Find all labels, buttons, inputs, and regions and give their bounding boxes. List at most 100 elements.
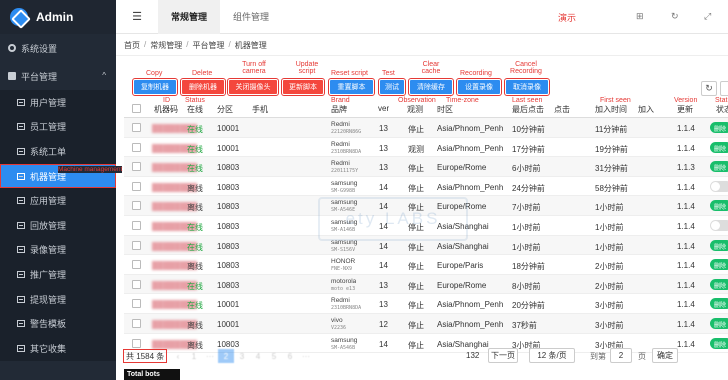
col-header-join[interactable]: 加入 bbox=[638, 104, 654, 115]
clear-cache-button[interactable]: 清除缓存 bbox=[408, 78, 454, 96]
tab-component-management[interactable]: 组件管理 bbox=[220, 0, 282, 34]
sidebar-item-users[interactable]: 用户管理 bbox=[0, 90, 116, 115]
status-toggle[interactable]: 删除 bbox=[710, 239, 728, 251]
breadcrumb-general[interactable]: 常规管理 bbox=[150, 40, 182, 51]
status-toggle[interactable]: 删除 bbox=[710, 259, 728, 271]
copy-machine-button[interactable]: 复制机器 bbox=[132, 78, 178, 96]
reset-script-button[interactable]: 重置脚本 bbox=[328, 78, 375, 96]
menu-toggle-icon[interactable]: ☰ bbox=[116, 0, 158, 34]
page-button[interactable]: 5 bbox=[266, 349, 282, 363]
sidebar-item-recordings[interactable]: 录像管理 bbox=[0, 238, 116, 263]
set-recording-button[interactable]: 设置录像 bbox=[456, 78, 502, 96]
col-header-clicks[interactable]: 点击 bbox=[554, 104, 570, 115]
sidebar-item-staff[interactable]: 员工管理 bbox=[0, 115, 116, 140]
sidebar-item-alert-templates[interactable]: 警告模板 bbox=[0, 311, 116, 336]
row-checkbox[interactable] bbox=[132, 338, 141, 348]
col-header-timezone[interactable]: 时区 bbox=[437, 104, 453, 115]
page-prev-button[interactable]: ‹ bbox=[170, 349, 186, 363]
col-header-last-click[interactable]: 最后点击 bbox=[512, 104, 544, 115]
expand-icon[interactable]: ⤢ bbox=[704, 11, 711, 22]
cancel-recording-button[interactable]: 取消录像 bbox=[504, 78, 550, 96]
table-row[interactable]: ████████ 在线 10803 Redmi 22011175Y 13 停止 Europe/… bbox=[124, 157, 728, 177]
table-row[interactable]: ████████ 在线 10803 samsung SM-A146B 14 停止 Asia/S… bbox=[124, 216, 728, 236]
status-toggle[interactable] bbox=[710, 180, 728, 192]
row-checkbox[interactable] bbox=[132, 318, 141, 328]
page-button[interactable]: ··· bbox=[298, 349, 314, 363]
status-toggle[interactable]: 删除 bbox=[710, 317, 728, 329]
page-button[interactable]: ··· bbox=[202, 349, 218, 363]
col-header-status[interactable]: 状态 bbox=[716, 104, 728, 115]
goto-confirm-button[interactable]: 确定 bbox=[652, 348, 678, 363]
col-header-update[interactable]: 更新 bbox=[677, 104, 693, 115]
row-checkbox[interactable] bbox=[132, 123, 141, 132]
status-toggle[interactable] bbox=[710, 219, 728, 231]
table-row[interactable]: ████████ 离线 10001 vivo V2236 12 停止 Asia/Phnom_P… bbox=[124, 313, 728, 334]
sidebar-group-platform[interactable]: 平台管理 ^ bbox=[0, 62, 116, 90]
test-button[interactable]: 测试 bbox=[378, 78, 406, 96]
table-row[interactable]: ████████ 在线 10001 Redmi 2310BRN8DA 13 观测 Asia/P… bbox=[124, 138, 728, 158]
status-toggle[interactable]: 删除 bbox=[710, 161, 728, 173]
update-script-button[interactable]: 更新脚本 bbox=[281, 78, 325, 96]
table-row[interactable]: ████████ 在线 10001 Redmi 22120RN86G 13 停止 Asia/P… bbox=[124, 118, 728, 138]
row-checkbox[interactable] bbox=[132, 181, 141, 191]
tab-general-management[interactable]: 常规管理 bbox=[158, 0, 221, 34]
delete-machine-button[interactable]: 删除机器 bbox=[180, 78, 226, 96]
sidebar-item-apps[interactable]: 应用管理 bbox=[0, 188, 116, 213]
join-time-cell: 3小时前 bbox=[595, 320, 624, 330]
page-button[interactable]: 3 bbox=[234, 349, 250, 363]
row-checkbox[interactable] bbox=[132, 142, 141, 152]
col-header-ver[interactable]: ver bbox=[378, 104, 389, 113]
row-checkbox[interactable] bbox=[132, 162, 141, 172]
page-button[interactable]: 1 bbox=[186, 349, 202, 363]
row-checkbox[interactable] bbox=[132, 220, 141, 230]
col-header-online[interactable]: 在线 bbox=[187, 104, 203, 115]
sidebar-item-playback[interactable]: 回放管理 bbox=[0, 213, 116, 238]
page-last-button[interactable]: 132 bbox=[466, 351, 479, 360]
col-header-zone[interactable]: 分区 bbox=[217, 104, 233, 115]
table-row[interactable]: ████████ 在线 10803 samsung SM-S156V 14 停止 Asia/S… bbox=[124, 235, 728, 256]
breadcrumb-platform[interactable]: 平台管理 bbox=[192, 40, 224, 51]
next-page-button[interactable]: 下一页 bbox=[488, 348, 518, 363]
page-button-current[interactable]: 2 bbox=[218, 349, 234, 363]
table-row[interactable]: ████████ 在线 10803 motorola moto e13 13 停止 Europ… bbox=[124, 274, 728, 295]
demo-label[interactable]: 演示 bbox=[558, 11, 576, 24]
breadcrumb-home[interactable]: 首页 bbox=[124, 40, 140, 51]
sidebar-item-system-settings[interactable]: 系统设置 bbox=[0, 34, 116, 62]
table-row[interactable]: ████████ 离线 10803 HONOR FNE-NX9 14 停止 Europe/Pa… bbox=[124, 255, 728, 275]
table-columns-button[interactable] bbox=[720, 81, 728, 96]
windows-icon[interactable]: ⊞ bbox=[636, 11, 644, 22]
col-header-brand[interactable]: 品牌 bbox=[331, 104, 347, 115]
turn-off-camera-button[interactable]: 关闭摄像头 bbox=[227, 78, 279, 96]
row-checkbox[interactable] bbox=[132, 240, 141, 250]
status-toggle[interactable]: 删除 bbox=[710, 141, 728, 153]
status-toggle[interactable]: 删除 bbox=[710, 298, 728, 310]
sidebar-item-promotion[interactable]: 推广管理 bbox=[0, 262, 116, 287]
status-toggle[interactable]: 删除 bbox=[710, 337, 728, 349]
page-button[interactable]: 4 bbox=[250, 349, 266, 363]
goto-page-input[interactable]: 2 bbox=[610, 348, 632, 363]
page-size-select[interactable]: 12 条/页 bbox=[529, 348, 575, 363]
col-header-join-time[interactable]: 加入时间 bbox=[595, 104, 627, 115]
app-brand[interactable]: Admin bbox=[0, 0, 116, 34]
col-header-machine-code[interactable]: 机器码 bbox=[154, 104, 178, 115]
status-toggle[interactable]: 删除 bbox=[710, 200, 728, 212]
col-header-phone[interactable]: 手机 bbox=[252, 104, 268, 115]
row-checkbox[interactable] bbox=[132, 201, 141, 211]
select-all-checkbox[interactable] bbox=[132, 104, 141, 113]
refresh-icon[interactable]: ↻ bbox=[671, 11, 679, 22]
row-checkbox[interactable] bbox=[132, 279, 141, 289]
divider bbox=[116, 55, 728, 56]
table-refresh-icon[interactable]: ↻ bbox=[701, 81, 717, 96]
sidebar-item-tickets[interactable]: 系统工单 bbox=[0, 139, 116, 164]
table-row[interactable]: ████████ 离线 10803 samsung SM-A546E 14 停止 Europe… bbox=[124, 196, 728, 216]
status-toggle[interactable]: 删除 bbox=[710, 122, 728, 133]
row-checkbox[interactable] bbox=[132, 260, 141, 270]
sidebar-item-other-collection[interactable]: 其它收集 bbox=[0, 336, 116, 361]
table-row[interactable]: ████████ 在线 10001 Redmi 2310BRN8DA 13 停止 Asia/P… bbox=[124, 294, 728, 314]
row-checkbox[interactable] bbox=[132, 299, 141, 309]
col-header-observation[interactable]: 观测 bbox=[407, 104, 423, 115]
table-row[interactable]: ████████ 离线 10803 samsung SM-G998B 14 停止 Asia/P… bbox=[124, 177, 728, 197]
sidebar-item-withdrawals[interactable]: 提现管理 bbox=[0, 287, 116, 312]
status-toggle[interactable]: 删除 bbox=[710, 278, 728, 290]
page-button[interactable]: 6 bbox=[282, 349, 298, 363]
